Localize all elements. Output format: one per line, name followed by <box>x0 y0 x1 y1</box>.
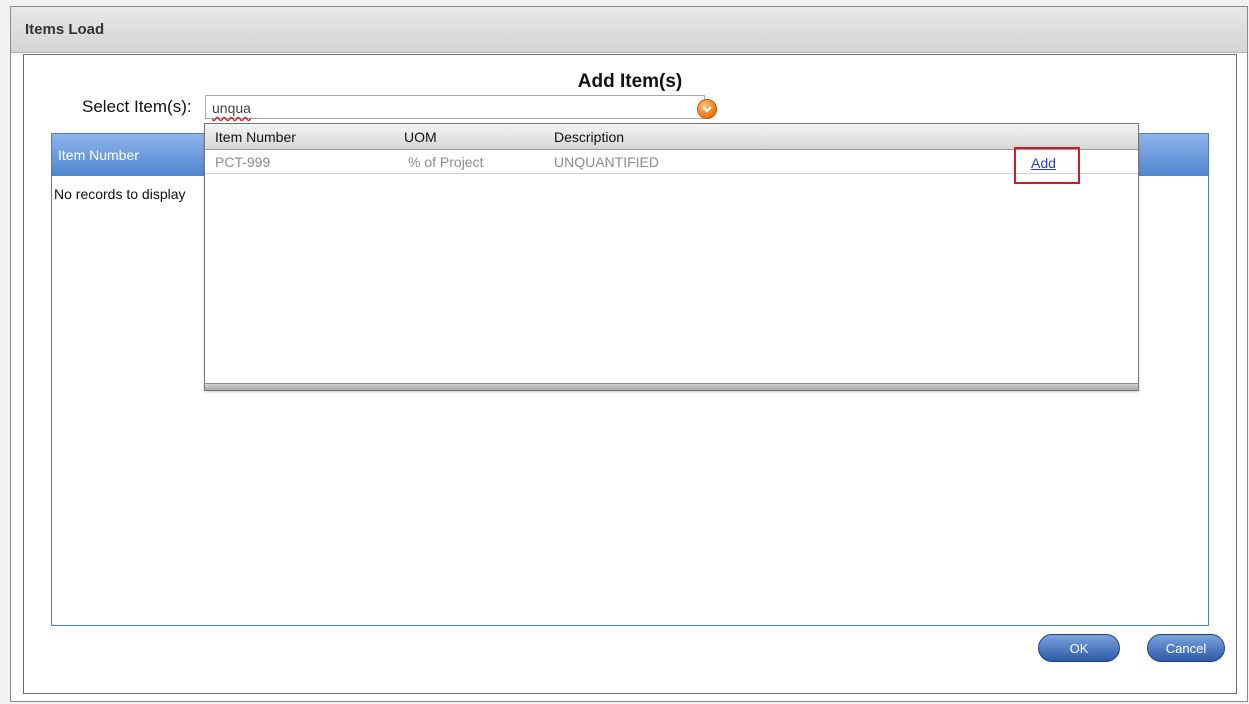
grid-empty-message: No records to display <box>54 186 186 202</box>
popup-header: Item Number UOM Description <box>205 124 1138 150</box>
result-description: UNQUANTIFIED <box>554 154 659 170</box>
popup-scroll-footer <box>205 383 1138 390</box>
popup-result-row[interactable]: PCT-999 % of Project UNQUANTIFIED Add <box>205 147 1138 184</box>
grid-column-item-number[interactable]: Item Number <box>58 147 139 163</box>
dialog-heading: Add Item(s) <box>577 71 683 92</box>
popup-col-description: Description <box>554 129 625 145</box>
result-uom: % of Project <box>408 154 484 170</box>
search-results-popup: Item Number UOM Description PCT-999 % of… <box>204 123 1139 391</box>
items-load-window: Items Load Add Item(s) Select Item(s): u… <box>10 6 1248 702</box>
select-items-label: Select Item(s): <box>82 97 192 116</box>
dropdown-button[interactable] <box>697 99 717 119</box>
select-items-input[interactable]: unqua <box>205 95 705 119</box>
chevron-down-icon <box>702 106 712 113</box>
popup-col-item-number: Item Number <box>215 129 296 145</box>
popup-col-uom: UOM <box>404 129 437 145</box>
ok-button[interactable]: OK <box>1038 634 1120 662</box>
cancel-button[interactable]: Cancel <box>1147 634 1225 662</box>
window-titlebar: Items Load <box>11 7 1247 53</box>
window-title: Items Load <box>25 21 105 38</box>
add-link[interactable]: Add <box>1031 155 1056 171</box>
result-item-number: PCT-999 <box>215 154 271 170</box>
dialog-content: Add Item(s) Select Item(s): unqua Item N… <box>23 54 1237 694</box>
